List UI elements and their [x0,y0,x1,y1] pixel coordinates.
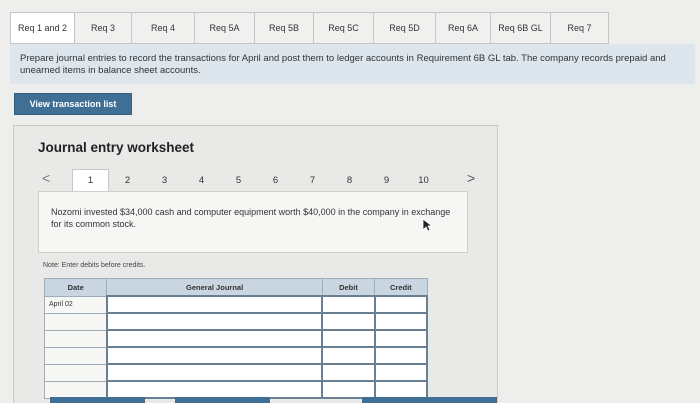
bottom-button-fragment[interactable] [362,397,497,403]
general-journal-header: General Journal [106,278,323,297]
date-cell: April 02 [43,295,108,314]
credit-input[interactable] [373,346,429,365]
credit-header: Credit [374,278,428,297]
view-transaction-list-button[interactable]: View transaction list [14,93,132,115]
note-text: Note: Enter debits before credits. [43,262,146,269]
account-input[interactable] [105,295,324,314]
tab-req-5b[interactable]: Req 5B [255,12,314,44]
credit-input[interactable] [373,363,429,382]
tab-req-5c[interactable]: Req 5C [314,12,374,44]
transaction-pager: 1 2 3 4 5 6 7 8 9 10 [72,169,442,191]
date-cell [43,363,108,382]
bottom-button-fragment[interactable] [50,397,145,403]
account-input[interactable] [105,312,324,331]
table-row: April 02 [43,295,429,314]
transaction-text: Nozomi invested $34,000 cash and compute… [51,207,451,229]
table-row [43,380,429,399]
page-5[interactable]: 5 [220,169,257,191]
date-cell [43,346,108,365]
journal-table: Date General Journal Debit Credit April … [43,278,429,399]
debit-input[interactable] [321,380,376,399]
tab-req-5d[interactable]: Req 5D [374,12,436,44]
table-row [43,363,429,382]
debit-input[interactable] [321,329,376,348]
worksheet-title: Journal entry worksheet [38,140,195,155]
credit-input[interactable] [373,295,429,314]
account-input[interactable] [105,329,324,348]
credit-input[interactable] [373,380,429,399]
page-10[interactable]: 10 [405,169,442,191]
journal-entry-worksheet: Journal entry worksheet < 1 2 3 4 5 6 7 … [13,125,498,403]
tab-req-6a[interactable]: Req 6A [436,12,491,44]
tab-req-1-and-2[interactable]: Req 1 and 2 [10,12,75,44]
page-4[interactable]: 4 [183,169,220,191]
chevron-left-icon[interactable]: < [42,170,50,186]
debit-header: Debit [321,278,376,297]
tab-req-6b-gl[interactable]: Req 6B GL [491,12,551,44]
table-row [43,346,429,365]
page-2[interactable]: 2 [109,169,146,191]
bottom-button-fragment[interactable] [175,397,270,403]
credit-input[interactable] [373,312,429,331]
debit-input[interactable] [321,346,376,365]
tab-req-5a[interactable]: Req 5A [195,12,255,44]
transaction-description: Nozomi invested $34,000 cash and compute… [38,191,468,253]
page-9[interactable]: 9 [368,169,405,191]
chevron-right-icon[interactable]: > [467,170,475,186]
table-row [43,312,429,331]
account-input[interactable] [105,346,324,365]
page-3[interactable]: 3 [146,169,183,191]
page-1[interactable]: 1 [72,169,109,191]
cursor-icon [422,218,434,232]
debit-input[interactable] [321,312,376,331]
date-cell [43,312,108,331]
date-cell [43,380,108,399]
credit-input[interactable] [373,329,429,348]
journal-header-row: Date General Journal Debit Credit [43,278,428,297]
instructions-text: Prepare journal entries to record the tr… [10,44,695,84]
table-row [43,329,429,348]
date-header: Date [43,278,108,297]
account-input[interactable] [105,363,324,382]
debit-input[interactable] [321,363,376,382]
page-6[interactable]: 6 [257,169,294,191]
requirement-tabs: Req 1 and 2 Req 3 Req 4 Req 5A Req 5B Re… [10,12,609,44]
account-input[interactable] [105,380,324,399]
date-cell [43,329,108,348]
tab-req-3[interactable]: Req 3 [75,12,132,44]
debit-input[interactable] [321,295,376,314]
tab-req-4[interactable]: Req 4 [132,12,195,44]
page-8[interactable]: 8 [331,169,368,191]
page-7[interactable]: 7 [294,169,331,191]
tab-req-7[interactable]: Req 7 [551,12,609,44]
